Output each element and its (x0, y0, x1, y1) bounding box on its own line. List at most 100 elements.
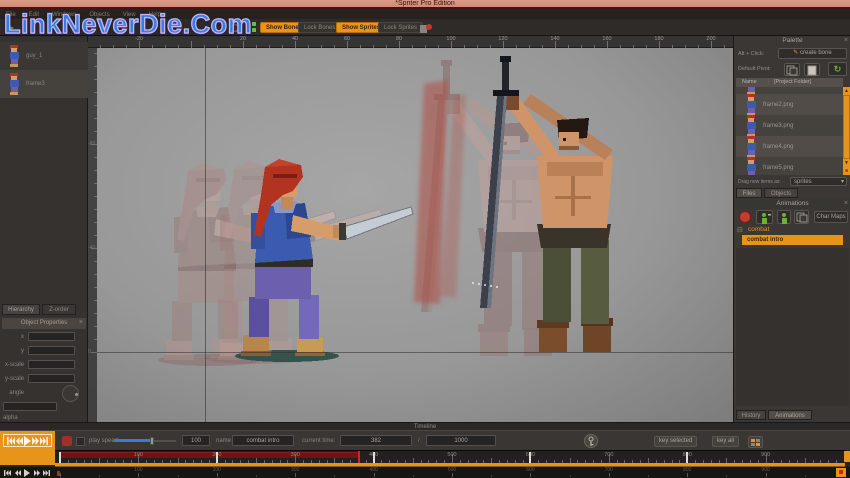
object-row[interactable]: frame3 (0, 70, 88, 98)
file-row[interactable]: frame4.png (736, 136, 843, 157)
tab-animations[interactable]: Animations (768, 410, 812, 420)
folder-column-header[interactable]: [Project Folder] (774, 78, 811, 87)
current-time-value[interactable]: 382 (340, 435, 412, 446)
duplicate-animation-icon[interactable] (794, 210, 809, 224)
key-options-icon[interactable] (748, 436, 763, 448)
play-speed-knob[interactable] (150, 437, 154, 445)
refresh-icon[interactable]: ↻ (828, 62, 847, 76)
close-icon[interactable]: × (844, 36, 848, 45)
canvas-viewport[interactable]: -2020406080100120140160180200 -80-400 (88, 36, 733, 422)
lock-sprites-button[interactable]: Lock Sprites (378, 22, 423, 33)
scroll-up-icon[interactable]: ▲ (843, 87, 850, 95)
x-input[interactable] (28, 332, 75, 341)
key-selected-button[interactable]: key selected (654, 436, 697, 447)
pencil-icon: ✎ (793, 50, 798, 56)
key-icon[interactable] (584, 434, 598, 448)
drag-items-dropdown[interactable]: sprites ▾ (790, 177, 847, 186)
sprite-thumbnail (8, 45, 21, 67)
file-list-scrollbar[interactable]: ▲ ▼ ■ (843, 87, 850, 175)
palette-header: Palette × (734, 36, 850, 46)
object-label: frame3 (26, 81, 45, 87)
angle-dial[interactable] (62, 385, 79, 402)
window-title: *Spriter Pro Edition (395, 0, 455, 7)
animation-selected[interactable]: combat intro (742, 235, 843, 245)
sprite-thumbnail (745, 157, 758, 176)
watermark: LinkNeverDie.Com (4, 9, 252, 40)
title-bar: *Spriter Pro Edition (0, 0, 850, 9)
keyframe-marker[interactable] (686, 452, 688, 463)
lock-bones-button[interactable]: Lock Bones (298, 22, 341, 33)
go-to-start-button-2[interactable] (4, 469, 11, 477)
play-button[interactable] (24, 436, 31, 446)
file-row[interactable]: frame3.png (736, 115, 843, 136)
record-icon[interactable] (62, 436, 72, 446)
close-icon[interactable]: × (79, 318, 83, 327)
tab-files[interactable]: Files (736, 188, 762, 198)
object-label: guy_1 (26, 53, 42, 59)
keyframe-marker[interactable] (529, 452, 531, 463)
collapse-icon[interactable]: ⊟ (737, 226, 743, 234)
play-speed-value[interactable]: 100 (182, 435, 210, 446)
next-keyframe-button[interactable] (32, 436, 39, 446)
file-row[interactable]: frame5.png (736, 157, 843, 175)
sprite-thumbnail (745, 115, 758, 137)
go-to-end-button-2[interactable] (43, 469, 50, 477)
sprite-thumbnail (745, 136, 758, 158)
go-to-end-button[interactable] (40, 436, 48, 446)
sprite-thumbnail (8, 73, 21, 95)
tab-z-order[interactable]: Z-order (42, 304, 76, 315)
played-range (60, 452, 359, 458)
character-map-icon[interactable] (420, 23, 432, 33)
x-label: x (0, 334, 24, 340)
guide-vline (205, 48, 206, 422)
drag-items-label: Drag new items as: (738, 179, 781, 185)
total-time-value[interactable]: 1000 (426, 435, 496, 446)
keyframe-marker[interactable] (216, 452, 218, 463)
tab-objects[interactable]: Objects (764, 188, 798, 198)
scroll-down-icon[interactable]: ▼ (843, 159, 850, 167)
loop-icon[interactable] (76, 437, 85, 446)
object-row[interactable]: guy_1 (0, 42, 88, 70)
record-animation-icon[interactable] (739, 211, 751, 223)
overview-scroll-marker (836, 468, 846, 477)
keyframe-marker[interactable] (59, 452, 61, 463)
close-icon[interactable]: × (844, 199, 848, 208)
y-input[interactable] (28, 346, 75, 355)
transport-controls (0, 431, 55, 465)
x-scale-input[interactable] (28, 360, 75, 369)
go-to-start-button[interactable] (7, 436, 15, 446)
file-list-header[interactable]: Name | [Project Folder] (736, 78, 843, 87)
timeline-overview-ruler[interactable]: 100200300400500600700800900 (55, 467, 845, 478)
scrollbar-thumb[interactable] (843, 95, 850, 159)
left-sidebar: guy_1 frame3 Hierarchy Z-order Object Pr… (0, 36, 88, 422)
timeline-ruler[interactable]: 100200300400500600700800900 (55, 450, 845, 463)
prev-keyframe-button-2[interactable] (15, 469, 21, 477)
time-divider: / (418, 438, 420, 444)
keyframe-marker[interactable] (373, 452, 375, 463)
add-animation-icon[interactable] (777, 210, 791, 224)
animation-name-value[interactable]: combat intro (232, 435, 294, 446)
y-scale-input[interactable] (28, 374, 75, 383)
default-pivot-label: Default Pivot: (738, 66, 771, 72)
tab-hierarchy[interactable]: Hierarchy (2, 304, 40, 315)
next-keyframe-button-2[interactable] (34, 469, 40, 477)
animation-entity[interactable]: combat (748, 226, 769, 233)
alt-click-label: Alt + Click: (738, 51, 764, 57)
paste-pivot-icon[interactable] (804, 63, 820, 76)
angle-label: angle (0, 390, 24, 396)
prev-keyframe-button[interactable] (16, 436, 23, 446)
key-all-button[interactable]: key all (712, 436, 739, 447)
char-maps-button[interactable]: Char Maps (814, 211, 848, 223)
play-button-2[interactable] (24, 469, 30, 477)
angle-input[interactable] (3, 402, 57, 411)
file-row[interactable]: frame2.png (736, 94, 843, 115)
copy-pivot-icon[interactable] (784, 63, 800, 76)
canvas-sprites[interactable] (88, 36, 733, 422)
file-name: frame4.png (763, 144, 793, 150)
add-entity-icon[interactable] (756, 210, 773, 224)
create-bone-button[interactable]: ✎ create bone (778, 48, 847, 59)
tab-history[interactable]: History (736, 410, 766, 420)
timeline-scroll-corner (844, 451, 850, 462)
name-column-header[interactable]: Name (742, 78, 757, 87)
bottom-bar: 100200300400500600700800900 (0, 467, 850, 478)
